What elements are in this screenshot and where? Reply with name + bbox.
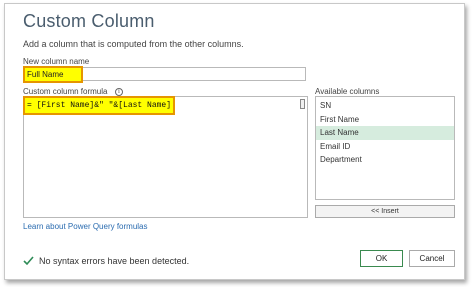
column-item-first-name[interactable]: First Name [316, 113, 454, 127]
cancel-button[interactable]: Cancel [409, 250, 455, 267]
available-columns-label: Available columns [315, 87, 380, 96]
available-columns-list[interactable]: SN First Name Last Name Email ID Departm… [315, 96, 455, 200]
syntax-status: No syntax errors have been detected. [23, 255, 189, 267]
column-item-sn[interactable]: SN [316, 99, 454, 113]
new-column-name-label: New column name [23, 57, 90, 66]
dialog-subtitle: Add a column that is computed from the o… [23, 39, 244, 49]
ok-button[interactable]: OK [360, 250, 403, 267]
info-icon[interactable]: i [115, 88, 123, 96]
new-column-name-value[interactable]: Full Name [23, 66, 83, 83]
formula-text[interactable]: = [First Name]&" "&[Last Name] [23, 96, 175, 115]
insert-button[interactable]: << Insert [315, 205, 455, 218]
custom-column-dialog: Custom Column Add a column that is compu… [4, 3, 465, 280]
column-item-last-name[interactable]: Last Name [316, 126, 454, 140]
dialog-title: Custom Column [23, 11, 155, 31]
new-column-name-input[interactable]: Full Name [23, 66, 306, 83]
formula-label: Custom column formula [23, 87, 108, 96]
formula-editor[interactable]: = [First Name]&" "&[Last Name] [23, 96, 308, 218]
formula-scrollbar[interactable] [300, 99, 305, 109]
column-item-department[interactable]: Department [316, 153, 454, 167]
learn-power-query-link[interactable]: Learn about Power Query formulas [23, 222, 148, 231]
checkmark-icon [23, 256, 34, 266]
column-item-email-id[interactable]: Email ID [316, 140, 454, 154]
syntax-status-text: No syntax errors have been detected. [39, 256, 190, 266]
